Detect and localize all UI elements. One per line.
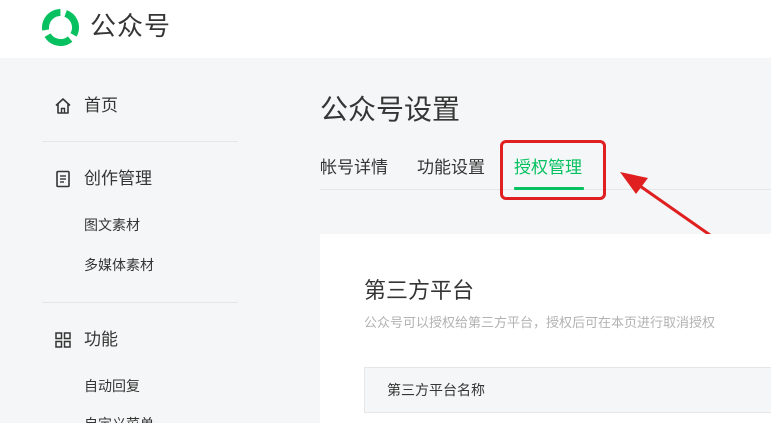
sidebar-item-features[interactable]: 功能 [52,329,118,351]
grid-icon [52,329,74,351]
sidebar-divider [42,141,238,142]
sidebar-subitem-custom-menu[interactable]: 自定义菜单 [84,415,154,423]
sidebar-item-label: 创作管理 [84,169,152,189]
tab-account-details[interactable]: 帐号详情 [320,157,388,179]
third-party-platform-card: 第三方平台 公众号可以授权给第三方平台，授权后可在本页进行取消授权 第三方平台名… [320,234,771,423]
page-title: 公众号设置 [320,93,461,126]
sidebar-subitem-multimedia[interactable]: 多媒体素材 [84,256,154,276]
tab-feature-settings[interactable]: 功能设置 [417,157,485,179]
sidebar-subitem-image-text[interactable]: 图文素材 [84,216,140,236]
top-bar: 公众号 [0,0,771,58]
sidebar-subitem-auto-reply[interactable]: 自动回复 [84,377,140,397]
sidebar: 首页 创作管理 图文素材 多媒体素材 功能 自动回复 自定义菜单 [0,58,268,423]
sidebar-item-label: 功能 [84,330,118,350]
sidebar-item-creation[interactable]: 创作管理 [52,168,152,190]
sidebar-item-home[interactable]: 首页 [52,95,118,117]
card-title: 第三方平台 [364,279,475,304]
home-icon [52,95,74,117]
card-description: 公众号可以授权给第三方平台，授权后可在本页进行取消授权 [364,316,716,331]
sidebar-divider [42,302,238,303]
table-header: 第三方平台名称 [364,367,771,413]
annotation-highlight-box [500,140,606,200]
brand-name[interactable]: 公众号 [90,9,171,45]
document-icon [52,168,74,190]
sidebar-item-label: 首页 [84,96,118,116]
column-header-platform-name: 第三方平台名称 [387,383,485,399]
wechat-official-account-logo-icon[interactable] [42,9,79,46]
